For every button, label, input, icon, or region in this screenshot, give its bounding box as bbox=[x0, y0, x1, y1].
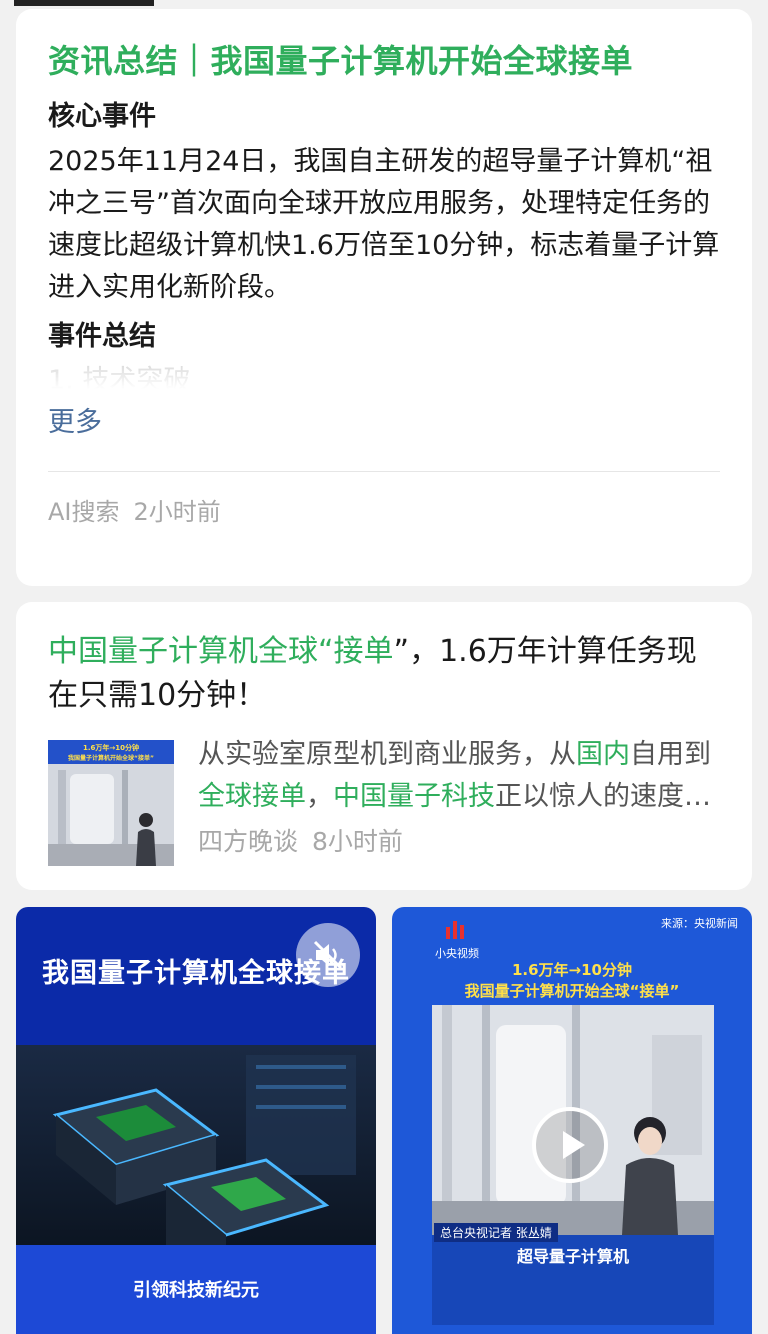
summary-meta: AI搜索 2小时前 bbox=[48, 496, 720, 528]
more-link[interactable]: 更多 bbox=[48, 405, 102, 441]
article-card[interactable]: 中国量子计算机全球“接单”，1.6万年计算任务现在只需10分钟！ 1.6万年→1… bbox=[16, 602, 752, 890]
ai-summary-card[interactable]: 资讯总结｜我国量子计算机开始全球接单 核心事件 2025年11月24日，我国自主… bbox=[16, 9, 752, 586]
mute-button[interactable] bbox=[296, 923, 360, 987]
thumbnail-image: 1.6万年→10分钟 我国量子计算机开始全球“接单” bbox=[48, 740, 174, 866]
core-event-heading: 核心事件 bbox=[48, 101, 156, 132]
article-source: 四方晚谈 bbox=[198, 827, 299, 856]
article-timestamp: 8小时前 bbox=[312, 827, 403, 856]
truncated-summary-text: 1. 技术突破 bbox=[48, 365, 191, 389]
tile-footer: 引领科技新纪元 bbox=[133, 1280, 259, 1301]
channel-logo: 小央视频 bbox=[434, 921, 480, 961]
video-caption: 超导量子计算机 bbox=[516, 1247, 629, 1266]
divider bbox=[48, 471, 720, 472]
event-summary-heading: 事件总结 bbox=[48, 321, 156, 352]
article-meta: 四方晚谈 8小时前 bbox=[198, 826, 720, 858]
thumbnail-caption-2: 我国量子计算机开始全球“接单” bbox=[68, 754, 154, 762]
article-title-part1: 中国量子计算机全球“ bbox=[48, 634, 334, 669]
article-thumbnail[interactable]: 1.6万年→10分钟 我国量子计算机开始全球“接单” bbox=[48, 740, 174, 866]
source-label: AI搜索 bbox=[48, 498, 120, 526]
mute-icon bbox=[313, 940, 343, 970]
channel-logo-icon bbox=[446, 921, 464, 939]
article-title-part2: 接单 bbox=[333, 634, 394, 669]
summary-title[interactable]: 资讯总结｜我国量子计算机开始全球接单 bbox=[48, 39, 720, 83]
timestamp: 2小时前 bbox=[133, 498, 221, 526]
video-tile-cctv-report[interactable]: 来源：央视新闻 小央视频 1.6万年→10分钟 我国量子计算机开始全球“接单” … bbox=[392, 907, 752, 1334]
article-title[interactable]: 中国量子计算机全球“接单”，1.6万年计算任务现在只需10分钟！ bbox=[48, 630, 720, 718]
video-source-label: 来源：央视新闻 bbox=[661, 917, 738, 930]
video-headline-2: 我国量子计算机开始全球“接单” bbox=[464, 982, 680, 1000]
thumbnail-caption-1: 1.6万年→10分钟 bbox=[83, 743, 139, 752]
tab-indicator bbox=[14, 0, 154, 6]
video-headline-1: 1.6万年→10分钟 bbox=[511, 961, 632, 979]
play-icon[interactable] bbox=[532, 1107, 608, 1183]
video-tile-quantum-chips[interactable]: 我国量子计算机全球接单 引领科技新纪元 bbox=[16, 907, 376, 1334]
article-snippet: 从实验室原型机到商业服务，从国内自用到全球接单，中国量子科技正以惊人的速度发展… bbox=[198, 739, 711, 812]
core-event-text: 2025年11月24日，我国自主研发的超导量子计算机“祖冲之三号”首次面向全球开… bbox=[48, 146, 720, 303]
reporter-label: 总台央视记者 张丛婧 bbox=[434, 1223, 558, 1242]
